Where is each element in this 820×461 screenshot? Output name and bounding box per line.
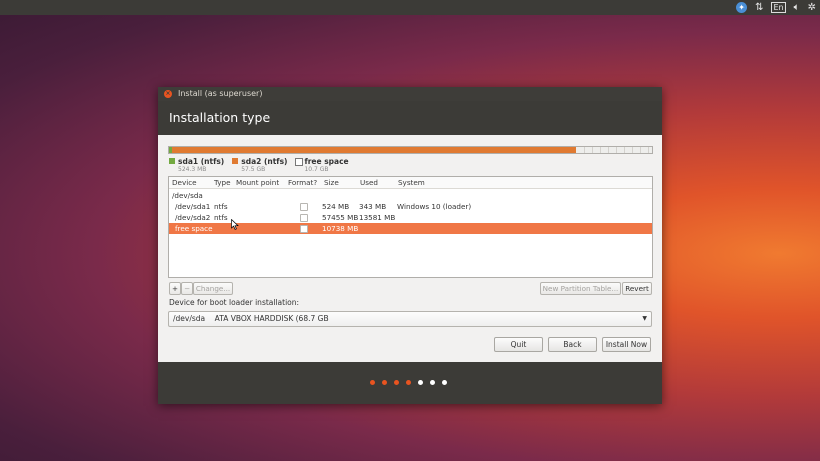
cell-used: 13581 MB bbox=[359, 213, 396, 222]
step-dot bbox=[418, 380, 423, 385]
add-partition-button[interactable]: + bbox=[169, 282, 181, 295]
format-checkbox[interactable] bbox=[300, 203, 308, 211]
free-space-tick bbox=[648, 147, 649, 153]
change-partition-button[interactable]: Change... bbox=[193, 282, 233, 295]
legend-item: free space 10.7 GB bbox=[295, 157, 349, 173]
accessibility-icon[interactable]: ✦ bbox=[736, 2, 748, 13]
boot-loader-select[interactable]: /dev/sda ATA VBOX HARDDISK (68.7 GB ▼ bbox=[168, 311, 652, 327]
boot-loader-value: /dev/sda ATA VBOX HARDDISK (68.7 GB bbox=[173, 314, 329, 323]
close-button[interactable]: × bbox=[164, 90, 172, 98]
boot-loader-label: Device for boot loader installation: bbox=[169, 298, 300, 307]
cell-size: 524 MB bbox=[322, 202, 350, 211]
legend-size: 524.3 MB bbox=[178, 166, 207, 173]
free-space-tick bbox=[624, 147, 625, 153]
col-device[interactable]: Device bbox=[172, 178, 197, 188]
cell-system: Windows 10 (loader) bbox=[397, 202, 472, 211]
revert-button[interactable]: Revert bbox=[622, 282, 652, 295]
keyboard-layout-indicator[interactable]: En bbox=[771, 2, 786, 13]
cell-device: free space bbox=[175, 224, 213, 233]
table-row-free-space[interactable]: free space 10738 MB bbox=[169, 223, 652, 234]
cell-used: 343 MB bbox=[359, 202, 387, 211]
cell-size: 57455 MB bbox=[322, 213, 359, 222]
col-mount[interactable]: Mount point bbox=[236, 178, 279, 188]
cell-type: ntfs bbox=[214, 202, 228, 211]
system-tray: ✦ ⇅ En 🔈︎ ✲ bbox=[736, 1, 816, 14]
step-dot bbox=[394, 380, 399, 385]
col-type[interactable]: Type bbox=[214, 178, 231, 188]
cell-type: ntfs bbox=[214, 213, 228, 222]
cell-device: /dev/sda2 bbox=[175, 213, 211, 222]
mouse-pointer-icon bbox=[231, 219, 239, 230]
legend-swatch bbox=[169, 158, 175, 164]
free-space-tick bbox=[592, 147, 593, 153]
network-arrows-icon[interactable]: ⇅ bbox=[755, 1, 763, 14]
legend-swatch bbox=[232, 158, 239, 164]
page-title: Installation type bbox=[169, 110, 271, 125]
new-partition-table-button[interactable]: New Partition Table... bbox=[540, 282, 621, 295]
install-now-button[interactable]: Install Now bbox=[602, 337, 651, 352]
free-space-tick bbox=[640, 147, 641, 153]
gear-icon[interactable]: ✲ bbox=[808, 1, 816, 14]
format-checkbox[interactable] bbox=[300, 225, 308, 233]
legend-swatch bbox=[295, 158, 304, 166]
free-space-tick bbox=[584, 147, 585, 153]
legend-item: sda2 (ntfs) 57.5 GB bbox=[232, 157, 287, 173]
table-row-sda1[interactable]: /dev/sda1 ntfs 524 MB 343 MB Windows 10 … bbox=[169, 201, 652, 212]
progress-footer bbox=[158, 362, 662, 404]
table-row-disk[interactable]: /dev/sda bbox=[169, 190, 652, 201]
legend-name: sda2 (ntfs) bbox=[241, 157, 288, 166]
step-dot bbox=[430, 380, 435, 385]
cell-size: 10738 MB bbox=[322, 224, 359, 233]
partition-bar bbox=[168, 146, 653, 154]
chevron-down-icon: ▼ bbox=[642, 315, 647, 322]
partition-legend: sda1 (ntfs) 524.3 MB sda2 (ntfs) 57.5 GB fre… bbox=[169, 157, 349, 173]
free-space-tick bbox=[600, 147, 601, 153]
cell-device: /dev/sda bbox=[172, 191, 203, 200]
partition-segment bbox=[172, 147, 576, 153]
step-dot bbox=[442, 380, 447, 385]
free-space-tick bbox=[632, 147, 633, 153]
col-system[interactable]: System bbox=[398, 178, 425, 188]
table-row-sda2[interactable]: /dev/sda2 ntfs 57455 MB 13581 MB bbox=[169, 212, 652, 223]
col-used[interactable]: Used bbox=[360, 178, 378, 188]
back-button[interactable]: Back bbox=[548, 337, 597, 352]
free-space-tick bbox=[608, 147, 609, 153]
step-dot bbox=[406, 380, 411, 385]
step-progress bbox=[370, 380, 447, 385]
top-panel: ✦ ⇅ En 🔈︎ ✲ bbox=[0, 0, 820, 15]
col-size[interactable]: Size bbox=[324, 178, 339, 188]
title-bar: × Install (as superuser) bbox=[158, 87, 662, 101]
free-space-tick bbox=[616, 147, 617, 153]
cell-device: /dev/sda1 bbox=[175, 202, 211, 211]
installer-window: × Install (as superuser) Installation ty… bbox=[158, 87, 662, 404]
col-format[interactable]: Format? bbox=[288, 178, 317, 188]
remove-partition-button[interactable]: − bbox=[181, 282, 193, 295]
legend-item: sda1 (ntfs) 524.3 MB bbox=[169, 157, 224, 173]
legend-name: free space bbox=[304, 157, 349, 166]
table-header: Device Type Mount point Format? Size Use… bbox=[169, 177, 652, 189]
window-title: Install (as superuser) bbox=[178, 89, 263, 98]
step-dot bbox=[370, 380, 375, 385]
volume-icon[interactable]: 🔈︎ bbox=[794, 1, 800, 14]
legend-size: 57.5 GB bbox=[241, 166, 266, 173]
legend-size: 10.7 GB bbox=[304, 166, 329, 173]
format-checkbox[interactable] bbox=[300, 214, 308, 222]
partition-table[interactable]: Device Type Mount point Format? Size Use… bbox=[168, 176, 653, 278]
step-dot bbox=[382, 380, 387, 385]
page-header: Installation type bbox=[158, 101, 662, 135]
legend-name: sda1 (ntfs) bbox=[178, 157, 225, 166]
quit-button[interactable]: Quit bbox=[494, 337, 543, 352]
